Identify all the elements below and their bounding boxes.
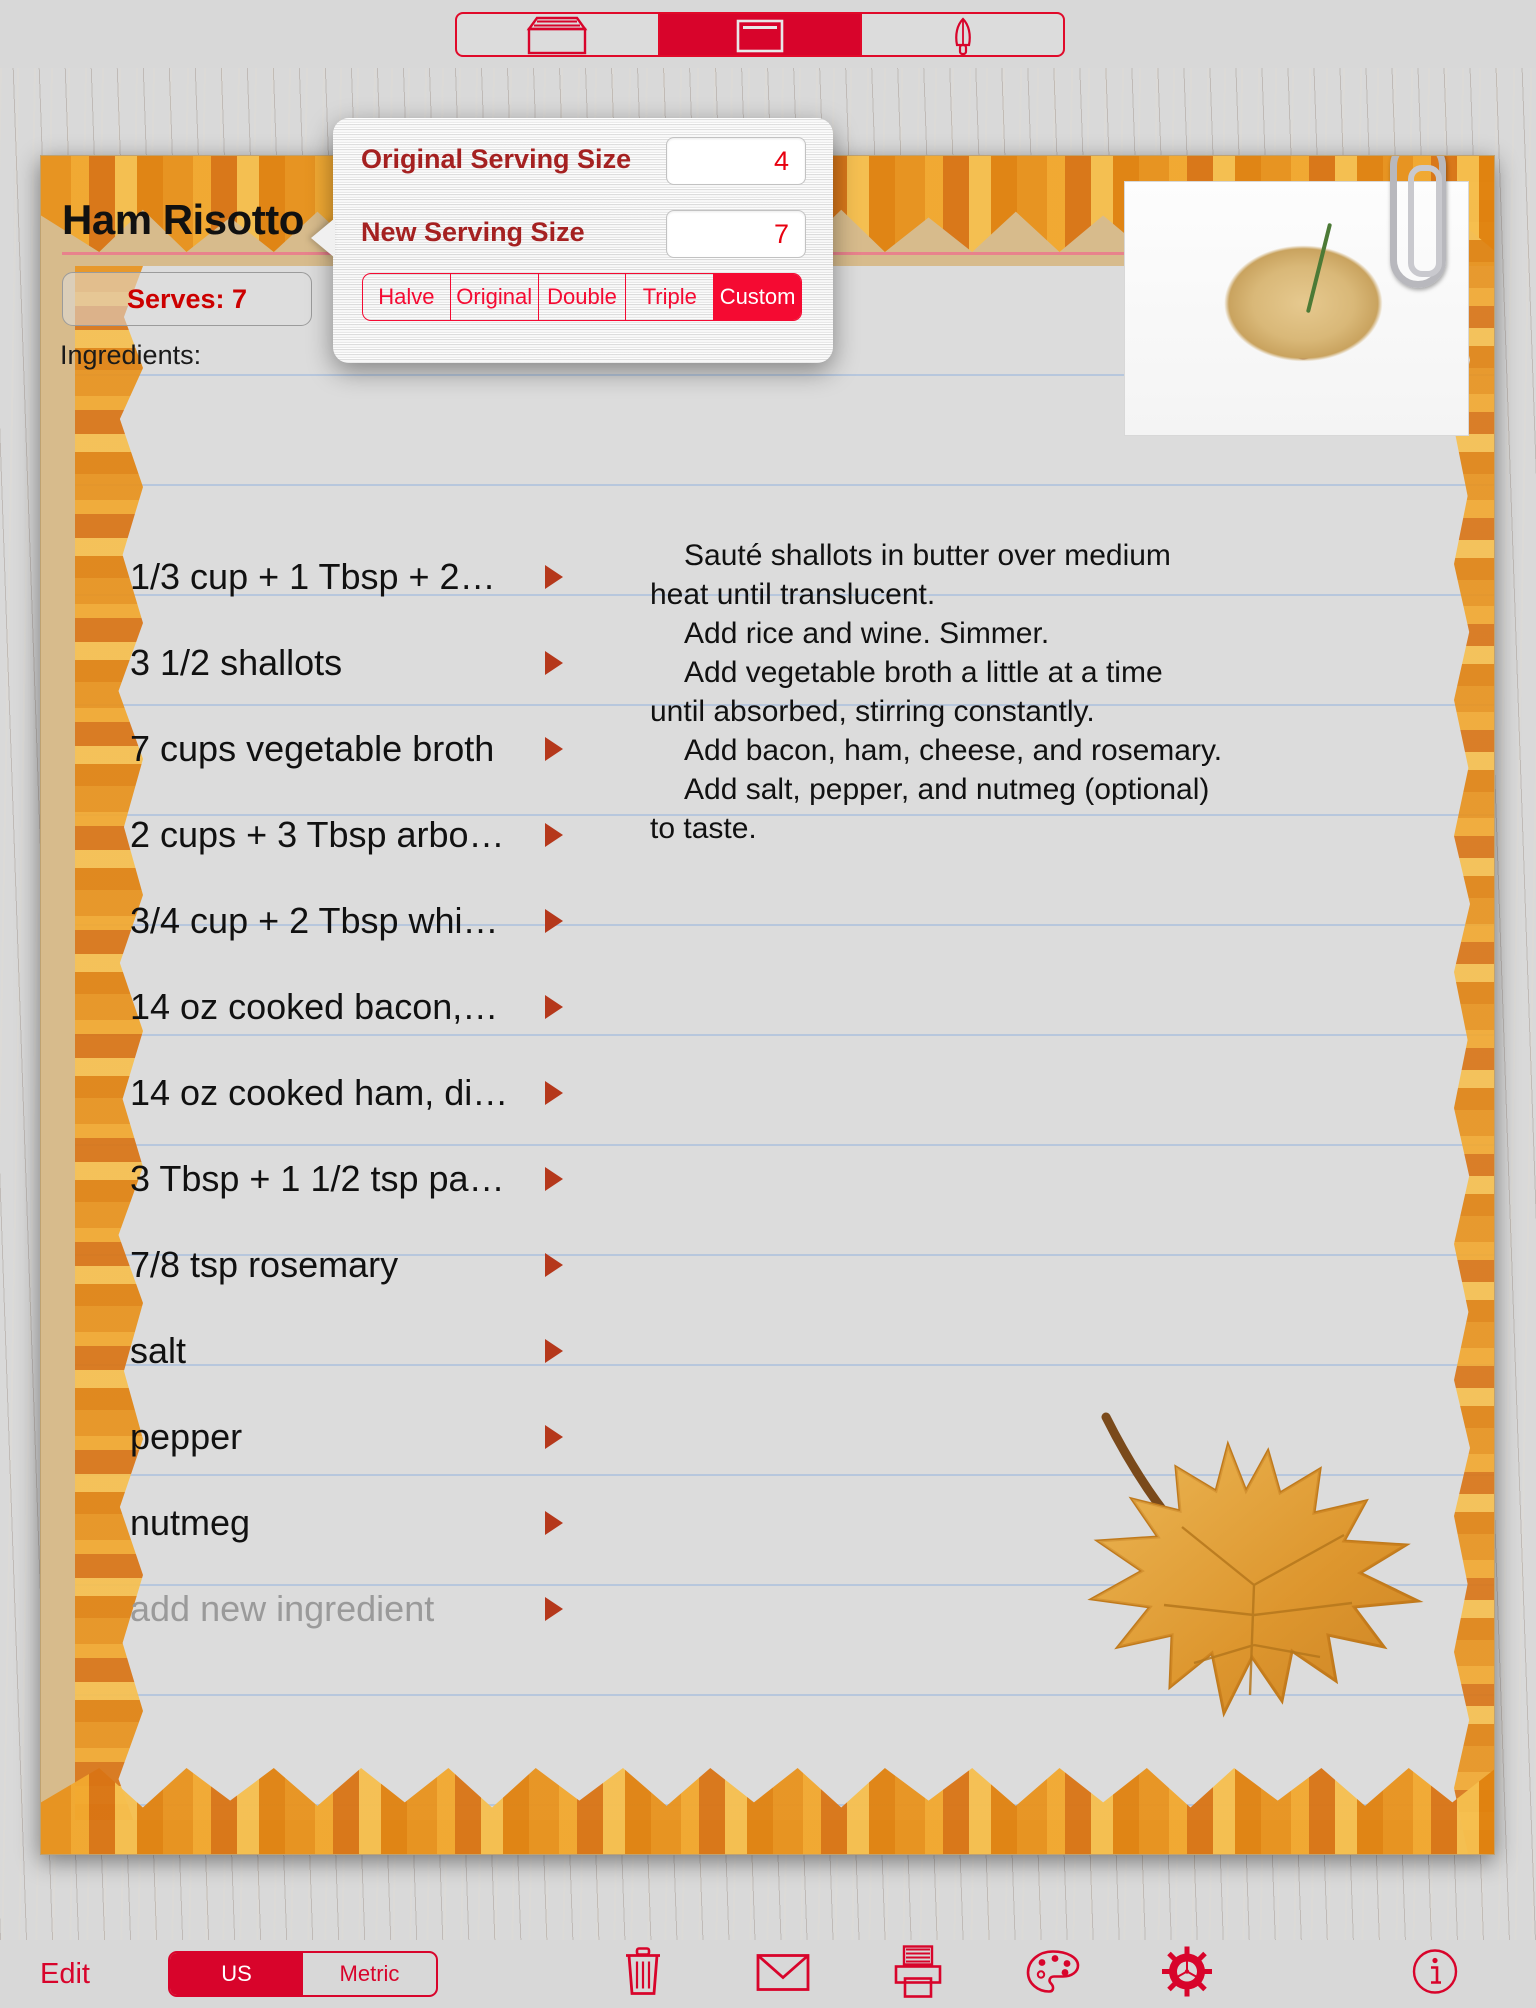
view-mode-segmented-control[interactable] <box>455 12 1065 57</box>
scale-option-triple[interactable]: Triple <box>626 274 715 320</box>
disclosure-arrow-icon[interactable] <box>545 995 563 1019</box>
scale-option-custom[interactable]: Custom <box>714 274 801 320</box>
direction-step: Add rice and wine. Simmer. <box>684 617 1050 650</box>
settings-button[interactable] <box>1160 1945 1214 2004</box>
add-new-ingredient-label: add new ingredient <box>130 1588 435 1629</box>
recipe-card-icon <box>736 19 784 52</box>
directions-text[interactable]: Sauté shallots in butter over medium hea… <box>650 536 1225 848</box>
page-title: Ham Risotto <box>62 196 304 243</box>
ingredient-text: 3 1/2 shallots <box>130 642 343 683</box>
top-navigation-bar <box>0 0 1536 68</box>
list-item[interactable]: nutmeg <box>75 1480 1494 1566</box>
disclosure-arrow-icon[interactable] <box>545 1425 563 1449</box>
list-item[interactable]: salt <box>75 1308 1494 1394</box>
scale-option-halve[interactable]: Halve <box>363 274 451 320</box>
direction-step: Add vegetable broth a little at a time u… <box>650 656 1163 728</box>
serving-size-popover: Original Serving Size 4 New Serving Size… <box>333 118 833 363</box>
edit-button[interactable]: Edit <box>40 1958 90 1991</box>
disclosure-arrow-icon[interactable] <box>545 1167 563 1191</box>
rosemary-sprig <box>1306 223 1333 314</box>
info-icon <box>1412 1949 1458 1994</box>
paperclip-icon <box>1390 156 1446 288</box>
scale-option-double[interactable]: Double <box>539 274 627 320</box>
disclosure-arrow-icon[interactable] <box>545 1253 563 1277</box>
recipe-card: 1/3 cup + 1 Tbsp + 2… 3 1/2 shallots 7 c… <box>40 155 1495 1855</box>
trash-icon <box>626 1947 660 1995</box>
disclosure-arrow-icon[interactable] <box>545 565 563 589</box>
recipe-box-icon <box>526 16 588 54</box>
new-serving-size-input[interactable]: 7 <box>666 210 806 258</box>
info-button[interactable] <box>1410 1947 1460 2002</box>
original-serving-size-input[interactable]: 4 <box>666 137 806 185</box>
delete-button[interactable] <box>620 1946 666 2003</box>
list-item[interactable]: 14 oz cooked ham, di… <box>75 1050 1494 1136</box>
scale-segmented-control[interactable]: Halve Original Double Triple Custom <box>362 273 802 321</box>
ingredient-text: 7 cups vegetable broth <box>130 728 495 769</box>
units-segmented-control[interactable]: US Metric <box>168 1951 438 1997</box>
ingredient-text: 3 Tbsp + 1 1/2 tsp pa… <box>130 1158 505 1199</box>
disclosure-arrow-icon[interactable] <box>545 651 563 675</box>
print-icon <box>894 1945 942 1998</box>
add-new-ingredient-row[interactable]: add new ingredient <box>75 1566 1494 1652</box>
list-item[interactable]: 14 oz cooked bacon,… <box>75 964 1494 1050</box>
mail-icon <box>756 1954 810 1991</box>
disclosure-arrow-icon[interactable] <box>545 1339 563 1363</box>
palette-icon <box>1026 1950 1080 1993</box>
recipe-paper: 1/3 cup + 1 Tbsp + 2… 3 1/2 shallots 7 c… <box>75 266 1494 1820</box>
theme-button[interactable] <box>1025 1948 1081 2001</box>
ingredient-text: 14 oz cooked ham, di… <box>130 1072 509 1113</box>
serves-button[interactable]: Serves: 7 <box>62 272 312 326</box>
new-serving-size-label: New Serving Size <box>361 217 585 247</box>
units-option-metric[interactable]: Metric <box>303 1953 436 1995</box>
ingredients-heading: Ingredients: <box>60 340 202 370</box>
disclosure-arrow-icon[interactable] <box>545 823 563 847</box>
ingredient-text: nutmeg <box>130 1502 251 1543</box>
units-option-us[interactable]: US <box>170 1953 303 1995</box>
tab-recipe-card[interactable] <box>659 14 863 55</box>
ingredient-text: 2 cups + 3 Tbsp arbo… <box>130 814 505 855</box>
disclosure-arrow-icon[interactable] <box>545 909 563 933</box>
list-item[interactable]: pepper <box>75 1394 1494 1480</box>
original-serving-size-label: Original Serving Size <box>361 144 632 174</box>
disclosure-arrow-icon[interactable] <box>545 737 563 761</box>
list-item[interactable]: 7/8 tsp rosemary <box>75 1222 1494 1308</box>
disclosure-arrow-icon[interactable] <box>545 1081 563 1105</box>
ingredient-text: salt <box>130 1330 187 1371</box>
bottom-toolbar: Edit US Metric <box>0 1940 1536 2008</box>
gear-icon <box>1162 1946 1212 1997</box>
ingredient-text: pepper <box>130 1416 243 1457</box>
tab-recipe-box[interactable] <box>457 14 660 55</box>
email-button[interactable] <box>755 1950 811 1999</box>
ingredient-text: 7/8 tsp rosemary <box>130 1244 399 1285</box>
ingredient-text: 3/4 cup + 2 Tbsp whi… <box>130 900 499 941</box>
direction-step: Add bacon, ham, cheese, and rosemary. <box>684 734 1223 767</box>
ingredient-text: 14 oz cooked bacon,… <box>130 986 499 1027</box>
direction-step: Sauté shallots in butter over medium hea… <box>650 539 1171 611</box>
print-button[interactable] <box>890 1945 946 2004</box>
disclosure-arrow-icon[interactable] <box>545 1597 563 1621</box>
ingredient-text: 1/3 cup + 1 Tbsp + 2… <box>130 556 496 597</box>
list-item[interactable]: 3 Tbsp + 1 1/2 tsp pa… <box>75 1136 1494 1222</box>
list-item[interactable]: 3/4 cup + 2 Tbsp whi… <box>75 878 1494 964</box>
disclosure-arrow-icon[interactable] <box>545 1511 563 1535</box>
tab-utensils[interactable] <box>862 14 1063 55</box>
scale-option-original[interactable]: Original <box>451 274 539 320</box>
direction-step: Add salt, pepper, and nutmeg (optional) … <box>650 773 1210 845</box>
whisk-icon <box>954 16 971 55</box>
